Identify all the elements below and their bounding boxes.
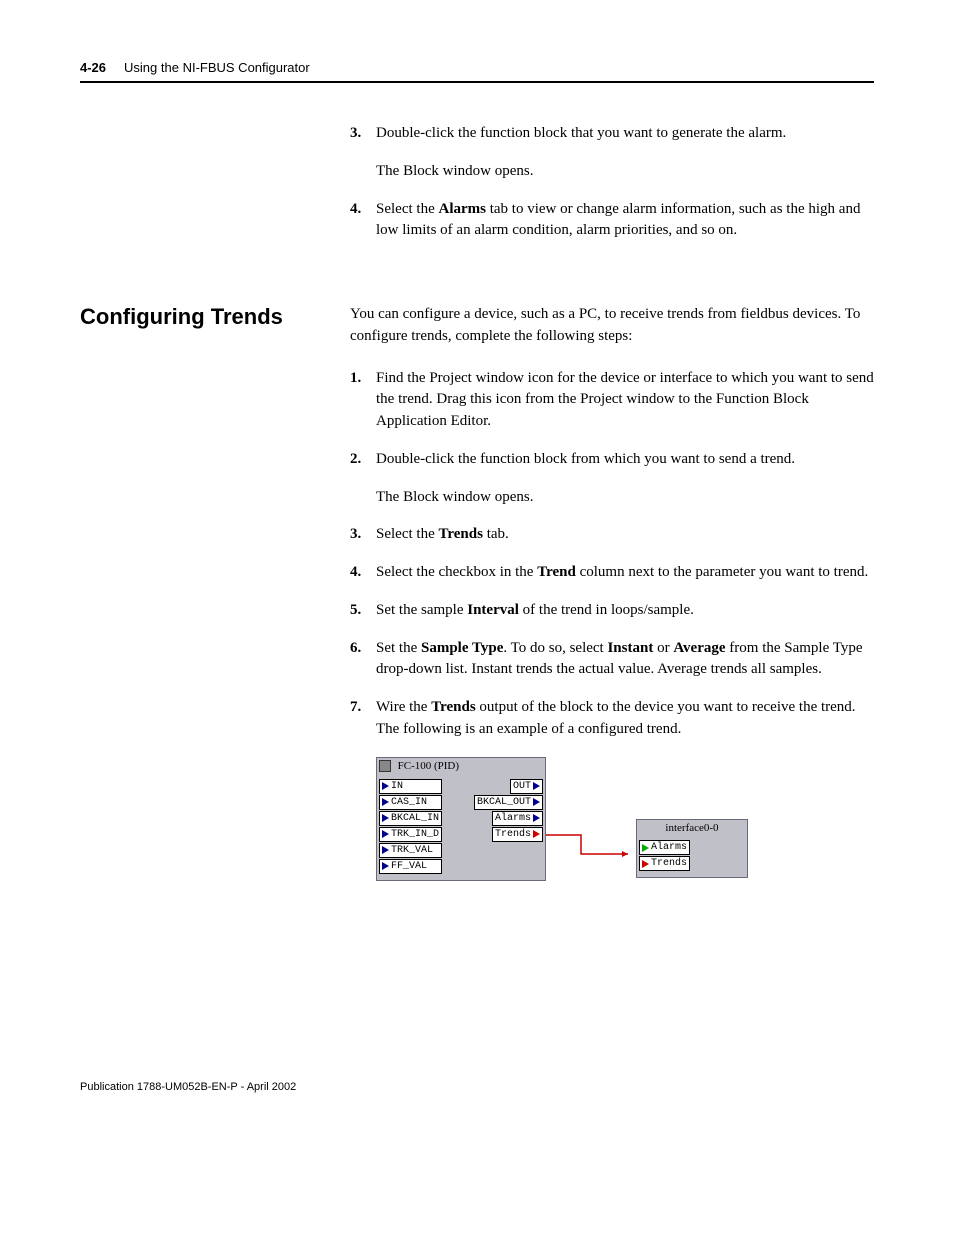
list-number: 2.	[350, 449, 376, 471]
triangle-icon	[642, 860, 649, 868]
page-header: 4-26 Using the NI-FBUS Configurator	[80, 60, 874, 75]
port-in-trends: Trends	[639, 856, 690, 871]
triangle-icon	[382, 846, 389, 854]
page-number: 4-26	[80, 60, 106, 75]
triangle-icon	[533, 830, 540, 838]
triangle-icon	[382, 862, 389, 870]
port-out: Alarms	[492, 811, 543, 826]
intro-paragraph: You can configure a device, such as a PC…	[350, 304, 874, 348]
block-icon	[379, 760, 391, 772]
port-in: TRK_VAL	[379, 843, 442, 858]
list-item: 7. Wire the Trends output of the block t…	[350, 697, 874, 741]
page-footer: Publication 1788-UM052B-EN-P - April 200…	[80, 1081, 874, 1093]
input-ports: IN CAS_IN BKCAL_IN TRK_IN_D TRK_VAL FF_V…	[379, 779, 442, 874]
triangle-icon	[382, 782, 389, 790]
bold-text: Trends	[438, 526, 482, 542]
list-text: Double-click the function block from whi…	[376, 449, 874, 471]
document-page: 4-26 Using the NI-FBUS Configurator 3. D…	[0, 0, 954, 1153]
list-item: 3. Double-click the function block that …	[350, 123, 874, 145]
port-in: BKCAL_IN	[379, 811, 442, 826]
port-out: OUT	[510, 779, 543, 794]
list-number: 3.	[350, 524, 376, 546]
list-text: Select the Alarms tab to view or change …	[376, 199, 874, 243]
list-text: Double-click the function block that you…	[376, 123, 874, 145]
list-text: Wire the Trends output of the block to t…	[376, 697, 874, 741]
list-number: 4.	[350, 199, 376, 243]
bold-text: Trends	[431, 699, 475, 715]
list-number: 7.	[350, 697, 376, 741]
list-number: 1.	[350, 368, 376, 433]
port-out-trends: Trends	[492, 827, 543, 842]
port-in-alarms: Alarms	[639, 840, 690, 855]
body-paragraph: The Block window opens.	[376, 487, 874, 509]
header-rule	[80, 81, 874, 83]
port-in: IN	[379, 779, 442, 794]
section-row: Configuring Trends You can configure a d…	[80, 304, 874, 881]
list-text: Select the Trends tab.	[376, 524, 874, 546]
triangle-icon	[533, 814, 540, 822]
list-text: Select the checkbox in the Trend column …	[376, 562, 874, 584]
list-number: 6.	[350, 638, 376, 682]
header-title: Using the NI-FBUS Configurator	[124, 60, 310, 75]
port-in: CAS_IN	[379, 795, 442, 810]
list-number: 3.	[350, 123, 376, 145]
bold-text: Trend	[537, 564, 576, 580]
list-item: 6. Set the Sample Type. To do so, select…	[350, 638, 874, 682]
list-text: Set the sample Interval of the trend in …	[376, 600, 874, 622]
list-item: 4. Select the Alarms tab to view or chan…	[350, 199, 874, 243]
port-in: TRK_IN_D	[379, 827, 442, 842]
list-item: 1. Find the Project window icon for the …	[350, 368, 874, 433]
list-item: 2. Double-click the function block from …	[350, 449, 874, 471]
body-paragraph: The Block window opens.	[376, 161, 874, 183]
triangle-icon	[533, 798, 540, 806]
list-number: 5.	[350, 600, 376, 622]
bold-text: Interval	[467, 602, 519, 618]
section-heading: Configuring Trends	[80, 304, 350, 330]
list-text: Find the Project window icon for the dev…	[376, 368, 874, 433]
bold-text: Average	[673, 640, 725, 656]
bold-text: Alarms	[438, 201, 486, 217]
triangle-icon	[382, 830, 389, 838]
top-list-row: 3. Double-click the function block that …	[80, 123, 874, 258]
wire-connection	[546, 779, 636, 859]
bold-text: Sample Type	[421, 640, 503, 656]
list-number: 4.	[350, 562, 376, 584]
interface-title: interface0-0	[637, 820, 747, 836]
list-item: 5. Set the sample Interval of the trend …	[350, 600, 874, 622]
triangle-icon	[382, 814, 389, 822]
list-text: Set the Sample Type. To do so, select In…	[376, 638, 874, 682]
port-in: FF_VAL	[379, 859, 442, 874]
function-block-box: FC-100 (PID) IN CAS_IN BKCAL_IN TRK_IN_D…	[376, 757, 546, 881]
port-out: BKCAL_OUT	[474, 795, 543, 810]
block-title: FC-100 (PID)	[398, 760, 459, 772]
triangle-icon	[642, 844, 649, 852]
triangle-icon	[533, 782, 540, 790]
bold-text: Instant	[607, 640, 653, 656]
interface-block-box: interface0-0 Alarms Trends	[636, 819, 748, 878]
output-ports: OUT BKCAL_OUT Alarms Trends	[474, 779, 543, 874]
triangle-icon	[382, 798, 389, 806]
list-item: 3. Select the Trends tab.	[350, 524, 874, 546]
list-item: 4. Select the checkbox in the Trend colu…	[350, 562, 874, 584]
trend-example-figure: FC-100 (PID) IN CAS_IN BKCAL_IN TRK_IN_D…	[376, 757, 874, 881]
